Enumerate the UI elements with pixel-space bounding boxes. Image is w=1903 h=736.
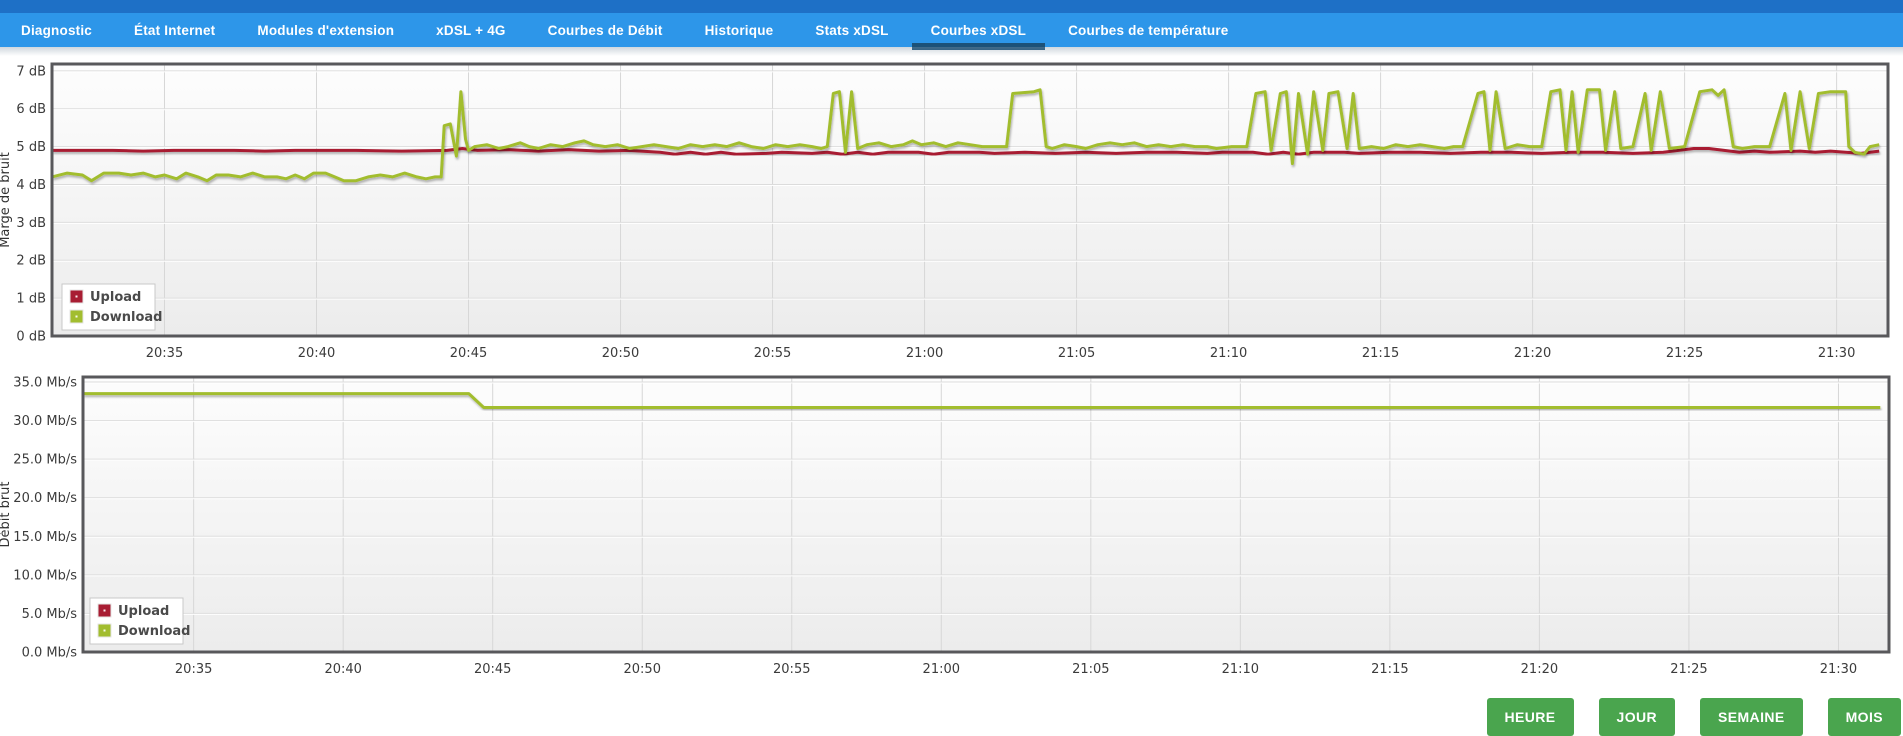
- y-axis-title: Marge de bruit: [0, 152, 13, 248]
- x-tick-label: 21:30: [1818, 346, 1855, 361]
- legend-swatch-dot: [75, 295, 78, 298]
- y-tick-label: 0.0 Mb/s: [22, 646, 78, 661]
- range-button-jour[interactable]: JOUR: [1598, 698, 1676, 736]
- legend-label-download: Download: [90, 310, 162, 325]
- legend-label-download: Download: [118, 624, 190, 639]
- x-tick-label: 21:25: [1666, 346, 1703, 361]
- x-tick-label: 20:40: [298, 346, 335, 361]
- y-tick-label: 20.0 Mb/s: [13, 491, 77, 506]
- y-tick-label: 7 dB: [16, 64, 46, 79]
- legend: Upload Download: [61, 283, 162, 331]
- x-tick-label: 20:40: [324, 662, 361, 677]
- legend-swatch-dot: [75, 315, 78, 318]
- chart-noise-margin: 0 dB 1 dB 2 dB 3 dB 4 dB 5 dB 6 dB 7 dB 20:35 20:…: [0, 62, 1890, 361]
- y-tick-label: 6 dB: [16, 102, 46, 117]
- y-tick-label: 10.0 Mb/s: [13, 568, 77, 583]
- y-tick-label: 4 dB: [16, 178, 46, 193]
- x-tick-label: 21:00: [923, 662, 960, 677]
- legend-swatch-dot: [103, 609, 106, 612]
- page: { "nav": { "active": "courbes-xdsl", "ta…: [0, 0, 1903, 736]
- y-tick-label: 1 dB: [16, 292, 46, 307]
- x-tick-label: 20:55: [773, 662, 810, 677]
- x-tick-label: 21:15: [1371, 662, 1408, 677]
- y-tick-label: 35.0 Mb/s: [13, 376, 77, 391]
- xdsl-charts: 0 dB 1 dB 2 dB 3 dB 4 dB 5 dB 6 dB 7 dB 20:35 20:…: [0, 62, 1891, 677]
- y-tick-label: 25.0 Mb/s: [13, 453, 77, 468]
- range-button-semaine[interactable]: SEMAINE: [1700, 698, 1803, 736]
- y-tick-label: 15.0 Mb/s: [13, 530, 77, 545]
- x-tick-label: 21:05: [1072, 662, 1109, 677]
- chart-raw-rate: 0.0 Mb/s 5.0 Mb/s 10.0 Mb/s 15.0 Mb/s 20.0 M…: [0, 375, 1891, 677]
- legend: Upload Download: [89, 597, 190, 645]
- plot-area: [83, 377, 1889, 652]
- x-tick-label: 21:10: [1222, 662, 1259, 677]
- range-button-mois[interactable]: MOIS: [1827, 698, 1901, 736]
- x-tick-label: 20:55: [754, 346, 791, 361]
- x-tick-label: 21:25: [1670, 662, 1707, 677]
- x-tick-label: 20:35: [146, 346, 183, 361]
- range-button-heure[interactable]: HEURE: [1486, 698, 1574, 736]
- x-tick-label: 21:05: [1058, 346, 1095, 361]
- x-tick-label: 21:10: [1210, 346, 1247, 361]
- x-tick-label: 21:15: [1362, 346, 1399, 361]
- legend-label-upload: Upload: [118, 604, 169, 619]
- y-tick-label: 0 dB: [16, 330, 46, 345]
- y-tick-label: 5 dB: [16, 140, 46, 155]
- x-tick-label: 20:35: [175, 662, 212, 677]
- y-tick-label: 5.0 Mb/s: [22, 607, 78, 622]
- x-tick-label: 21:00: [906, 346, 943, 361]
- y-tick-label: 30.0 Mb/s: [13, 414, 77, 429]
- y-tick-label: 2 dB: [16, 254, 46, 269]
- x-tick-label: 20:50: [624, 662, 661, 677]
- legend-label-upload: Upload: [90, 290, 141, 305]
- y-tick-label: 3 dB: [16, 216, 46, 231]
- x-tick-label: 21:20: [1521, 662, 1558, 677]
- x-tick-label: 21:20: [1514, 346, 1551, 361]
- x-tick-label: 21:30: [1820, 662, 1857, 677]
- x-tick-label: 20:45: [450, 346, 487, 361]
- y-axis-title: Débit brut: [0, 481, 13, 547]
- legend-swatch-dot: [103, 629, 106, 632]
- time-range-buttons: HEURE JOUR SEMAINE MOIS: [1486, 698, 1901, 736]
- x-tick-label: 20:50: [602, 346, 639, 361]
- x-tick-label: 20:45: [474, 662, 511, 677]
